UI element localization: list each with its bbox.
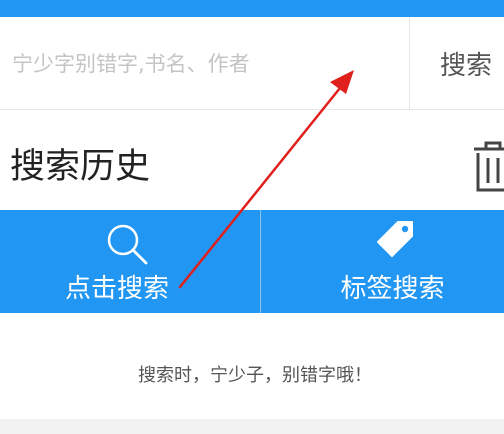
search-action-bar: 点击搜索 标签搜索 bbox=[0, 210, 504, 313]
search-hint: 搜索时，宁少子，别错字哦！ bbox=[138, 365, 372, 386]
bottom-strip bbox=[0, 419, 504, 434]
click-search-label: 点击搜索 bbox=[64, 274, 169, 304]
tag-search-label: 标签搜索 bbox=[340, 274, 445, 304]
search-icon bbox=[107, 224, 148, 265]
tag-icon bbox=[377, 221, 413, 257]
search-hint-area: 搜索时，宁少子，别错字哦！ bbox=[0, 313, 504, 419]
search-input[interactable] bbox=[10, 41, 404, 87]
click-search-button[interactable]: 点击搜索 bbox=[0, 210, 260, 313]
search-history-header: 搜索历史 bbox=[0, 110, 504, 210]
search-bar: 搜索 bbox=[0, 17, 504, 110]
top-bar bbox=[0, 0, 504, 17]
tag-search-button[interactable]: 标签搜索 bbox=[261, 210, 504, 313]
search-history-title: 搜索历史 bbox=[10, 147, 151, 187]
search-button[interactable]: 搜索 bbox=[410, 17, 504, 109]
trash-icon[interactable] bbox=[472, 140, 504, 194]
